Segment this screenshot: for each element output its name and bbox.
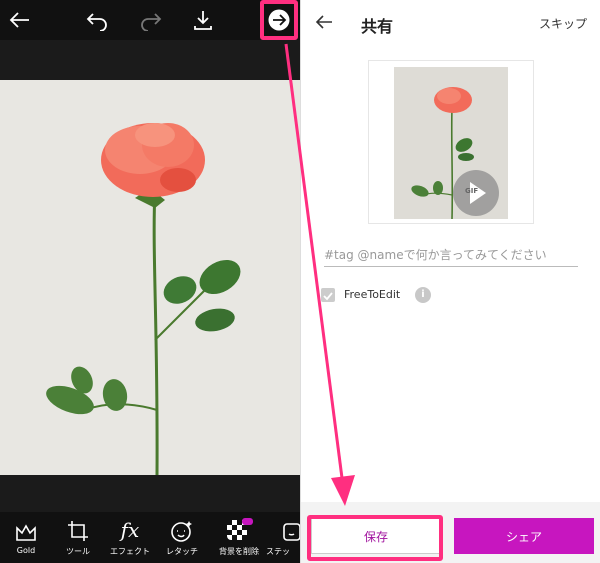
annotation-arrow bbox=[284, 43, 355, 506]
